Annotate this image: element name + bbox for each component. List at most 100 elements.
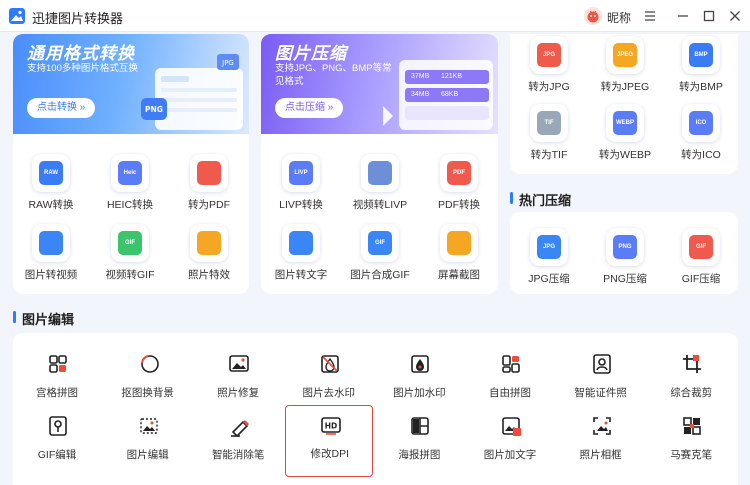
tool-label: 视频转GIF	[105, 269, 155, 281]
svg-text:HD: HD	[325, 422, 338, 431]
image-edit-icon	[139, 418, 158, 434]
tool-label: LIVP转换	[279, 199, 323, 211]
gif-compose-icon: GIF	[361, 224, 399, 262]
icon-tag: BMP	[694, 52, 708, 58]
edit-tool-label: 图片去水印	[302, 387, 356, 399]
tool-bmp[interactable]: BMP 转为BMP	[662, 36, 740, 98]
edit-tool-crop[interactable]: 综合裁剪	[647, 345, 735, 411]
edit-tool-label: 智能消除笔	[211, 449, 265, 461]
tool-label: 转为ICO	[681, 149, 721, 161]
user-name[interactable]: 昵称	[607, 9, 631, 26]
tool-jpeg[interactable]: JPEG 转为JPEG	[586, 36, 664, 98]
photo-frame-icon	[592, 417, 611, 435]
tool-video-to-livp[interactable]: 视频转LIVP	[341, 154, 419, 216]
tool-raw[interactable]: RAW RAW转换	[12, 154, 90, 216]
tool-label: 图片合成GIF	[350, 269, 410, 281]
ico-icon: ICO	[682, 104, 720, 142]
poster-collage-icon	[411, 417, 430, 435]
section-marker	[13, 311, 16, 323]
tool-label: 图片转文字	[274, 269, 328, 281]
tool-jpg[interactable]: JPG 转为JPG	[510, 36, 588, 98]
tool-photo-effect[interactable]: 照片特效	[170, 224, 248, 286]
tool-image-to-text[interactable]: 图片转文字	[262, 224, 340, 286]
banner-illustration-icon	[383, 60, 493, 130]
edit-tool-photo-repair[interactable]: 照片修复	[194, 345, 282, 411]
pdf-convert-icon: PDF	[440, 154, 478, 192]
edit-tool-grid-collage[interactable]: 宫格拼图	[13, 345, 101, 411]
tool-ico[interactable]: ICO 转为ICO	[662, 104, 740, 166]
edit-tool-mosaic-pen[interactable]: 马赛克笔	[647, 407, 735, 473]
edit-tool-add-watermark[interactable]: 图片加水印	[375, 345, 463, 411]
stat-original-2: 34MB	[411, 91, 430, 98]
tool-label: PDF转换	[438, 199, 480, 211]
format-convert-banner[interactable]: 通用格式转换 支持100多种图片格式互换 点击转换 » JPG PNG	[13, 34, 249, 134]
video-to-gif-icon: GIF	[111, 224, 149, 262]
tool-label: 屏幕截图	[438, 269, 480, 281]
edit-tool-label: 图片编辑	[126, 449, 169, 461]
icon-fill	[447, 231, 471, 255]
avatar-icon	[587, 10, 599, 23]
image-to-video-icon	[32, 224, 70, 262]
tool-pdf-convert[interactable]: PDF PDF转换	[420, 154, 498, 216]
edit-tool-image-edit[interactable]: 图片编辑	[104, 407, 192, 473]
edit-tool-label: 抠图换背景	[121, 387, 174, 399]
svg-text:PNG: PNG	[145, 105, 163, 114]
dpi-icon: HD	[320, 417, 341, 435]
tool-video-to-gif[interactable]: GIF 视频转GIF	[91, 224, 169, 286]
tool-png-compress[interactable]: PNG PNG压缩	[586, 228, 664, 290]
remove-watermark-icon	[320, 355, 339, 373]
add-text-icon	[502, 417, 521, 436]
jpg-compress-icon: JPG	[530, 228, 568, 266]
edit-tool-remove-watermark[interactable]: 图片去水印	[285, 345, 373, 411]
tool-gif-compose[interactable]: GIF 图片合成GIF	[341, 224, 419, 286]
edit-tool-label: 修改DPI	[310, 448, 350, 460]
icon-tag: JPG	[542, 244, 555, 250]
edit-tool-free-collage[interactable]: 自由拼图	[466, 345, 554, 411]
grid-collage-icon	[49, 355, 67, 373]
edit-tool-label: 图片加文字	[483, 449, 537, 461]
edit-tool-poster-collage[interactable]: 海报拼图	[375, 407, 463, 473]
tool-webp[interactable]: WEBP 转为WEBP	[586, 104, 664, 166]
edit-tool-eraser-pen[interactable]: 智能消除笔	[194, 407, 282, 473]
tool-pdf[interactable]: 转为PDF	[170, 154, 248, 216]
tool-label: HEIC转换	[106, 199, 154, 211]
video-to-livp-icon	[361, 154, 399, 192]
tool-image-to-video[interactable]: 图片转视频	[12, 224, 90, 286]
close-icon[interactable]	[725, 6, 745, 26]
compress-now-button[interactable]: 点击压缩 »	[275, 98, 344, 118]
convert-now-button[interactable]: 点击转换 »	[27, 98, 96, 118]
tool-gif-compress[interactable]: GIF GIF压缩	[662, 228, 740, 290]
jpeg-icon: JPEG	[606, 36, 644, 74]
icon-tag: JPG	[542, 52, 555, 58]
icon-fill	[197, 161, 221, 185]
edit-tool-label: 马赛克笔	[670, 449, 713, 461]
banner-subtitle: 支持JPG、PNG、BMP等常见格式	[275, 63, 392, 87]
app-title: 迅捷图片转换器	[32, 11, 124, 26]
avatar[interactable]	[584, 7, 602, 25]
tool-livp[interactable]: LIVP LIVP转换	[262, 154, 340, 216]
tool-heic[interactable]: Heic HEIC转换	[91, 154, 169, 216]
icon-tag: PDF	[453, 170, 465, 176]
minimize-icon[interactable]	[673, 6, 693, 26]
icon-tag: GIF	[696, 244, 706, 250]
tool-tif[interactable]: TIF 转为TIF	[510, 104, 588, 166]
maximize-icon[interactable]	[699, 6, 719, 26]
edit-tool-photo-frame[interactable]: 照片相框	[557, 407, 645, 473]
tool-jpg-compress[interactable]: JPG JPG压缩	[510, 228, 588, 290]
raw-icon: RAW	[32, 154, 70, 192]
icon-tag: PNG	[618, 244, 632, 250]
id-photo-icon	[592, 354, 611, 374]
edit-tool-label: GIF编辑	[37, 449, 77, 461]
edit-tool-label: 海报拼图	[398, 449, 441, 461]
tool-screenshot[interactable]: 屏幕截图	[420, 224, 498, 286]
edit-tool-cutout[interactable]: 抠图换背景	[104, 345, 192, 411]
eraser-pen-icon	[231, 420, 250, 437]
menu-icon[interactable]	[640, 6, 660, 26]
edit-tool-gif-edit[interactable]: GIF编辑	[13, 407, 101, 473]
edit-tool-dpi[interactable]: HD 修改DPI	[284, 405, 373, 477]
edit-tool-label: 照片修复	[217, 387, 260, 399]
edit-tool-add-text[interactable]: 图片加文字	[466, 407, 554, 473]
compress-banner[interactable]: 图片压缩 支持JPG、PNG、BMP等常见格式 点击压缩 » 37MB 121K…	[261, 34, 498, 134]
edit-tool-id-photo[interactable]: 智能证件照	[557, 345, 645, 411]
banner-illustration-icon: JPG PNG	[141, 54, 243, 130]
